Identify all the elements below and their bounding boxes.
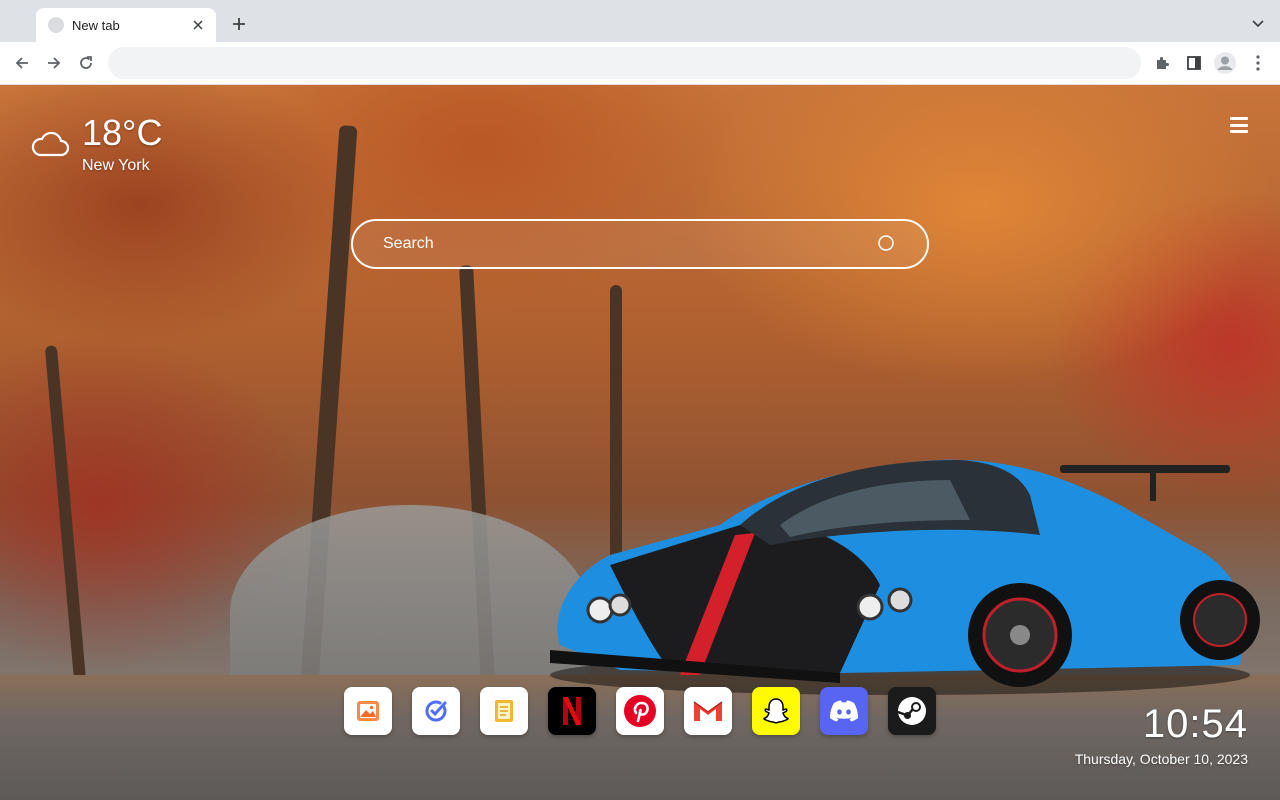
cloud-icon: [31, 131, 70, 157]
netflix-icon: [563, 697, 581, 725]
clock-time: 10:54: [1142, 702, 1248, 746]
side-panel-icon[interactable]: [1182, 51, 1206, 75]
tab-title: New tab: [72, 17, 120, 33]
notes-app-button[interactable]: [480, 687, 528, 735]
snapchat-icon: [763, 698, 789, 724]
reload-icon[interactable]: [74, 51, 98, 75]
gmail-app-button[interactable]: [684, 687, 732, 735]
kebab-menu-icon[interactable]: [1246, 51, 1270, 75]
discord-icon: [830, 700, 858, 722]
address-bar[interactable]: [108, 47, 1141, 79]
netflix-app-button[interactable]: [548, 687, 596, 735]
weather-widget[interactable]: 18°C New York: [30, 113, 162, 175]
search-icon[interactable]: [877, 234, 897, 254]
search-input[interactable]: [383, 235, 877, 253]
sports-car-image: [550, 459, 1260, 695]
close-icon[interactable]: [190, 17, 206, 33]
tree-trunk: [44, 345, 88, 695]
todo-app-button[interactable]: [412, 687, 460, 735]
clock-date: Thursday, October 10, 2023: [1074, 751, 1248, 767]
pinterest-app-button[interactable]: [616, 687, 664, 735]
avatar-icon[interactable]: [1213, 51, 1237, 75]
tab-new-tab[interactable]: New tab: [36, 8, 216, 42]
snapchat-app-button[interactable]: [752, 687, 800, 735]
puzzle-icon[interactable]: [1150, 51, 1174, 75]
back-arrow-icon[interactable]: [10, 51, 34, 75]
steam-icon: [897, 697, 926, 725]
chevron-down-icon[interactable]: [1248, 14, 1268, 34]
browser-toolbar: [0, 42, 1280, 85]
gmail-icon: [693, 701, 723, 721]
notes-icon: [495, 700, 513, 722]
forward-arrow-icon[interactable]: [42, 51, 66, 75]
plus-icon[interactable]: [228, 13, 250, 35]
globe-icon: [48, 17, 64, 33]
road: [230, 505, 590, 685]
pinterest-icon: [624, 695, 656, 727]
app-dock: [344, 687, 936, 735]
new-tab-page: 18°C New York Search 10:54 Thursday, Oct…: [0, 85, 1280, 800]
discord-app-button[interactable]: [820, 687, 868, 735]
steam-app-button[interactable]: [888, 687, 936, 735]
hamburger-menu-icon[interactable]: [1226, 115, 1252, 135]
search-box[interactable]: [351, 219, 929, 269]
temperature: 18°C: [82, 112, 163, 153]
image-icon: [357, 701, 379, 721]
check-circle-icon: [425, 700, 447, 722]
tab-strip: New tab: [0, 0, 1280, 42]
city-name: New York: [82, 157, 150, 174]
photos-app-button[interactable]: [344, 687, 392, 735]
clock-widget: 10:54 Thursday, October 10, 2023: [1075, 703, 1248, 767]
